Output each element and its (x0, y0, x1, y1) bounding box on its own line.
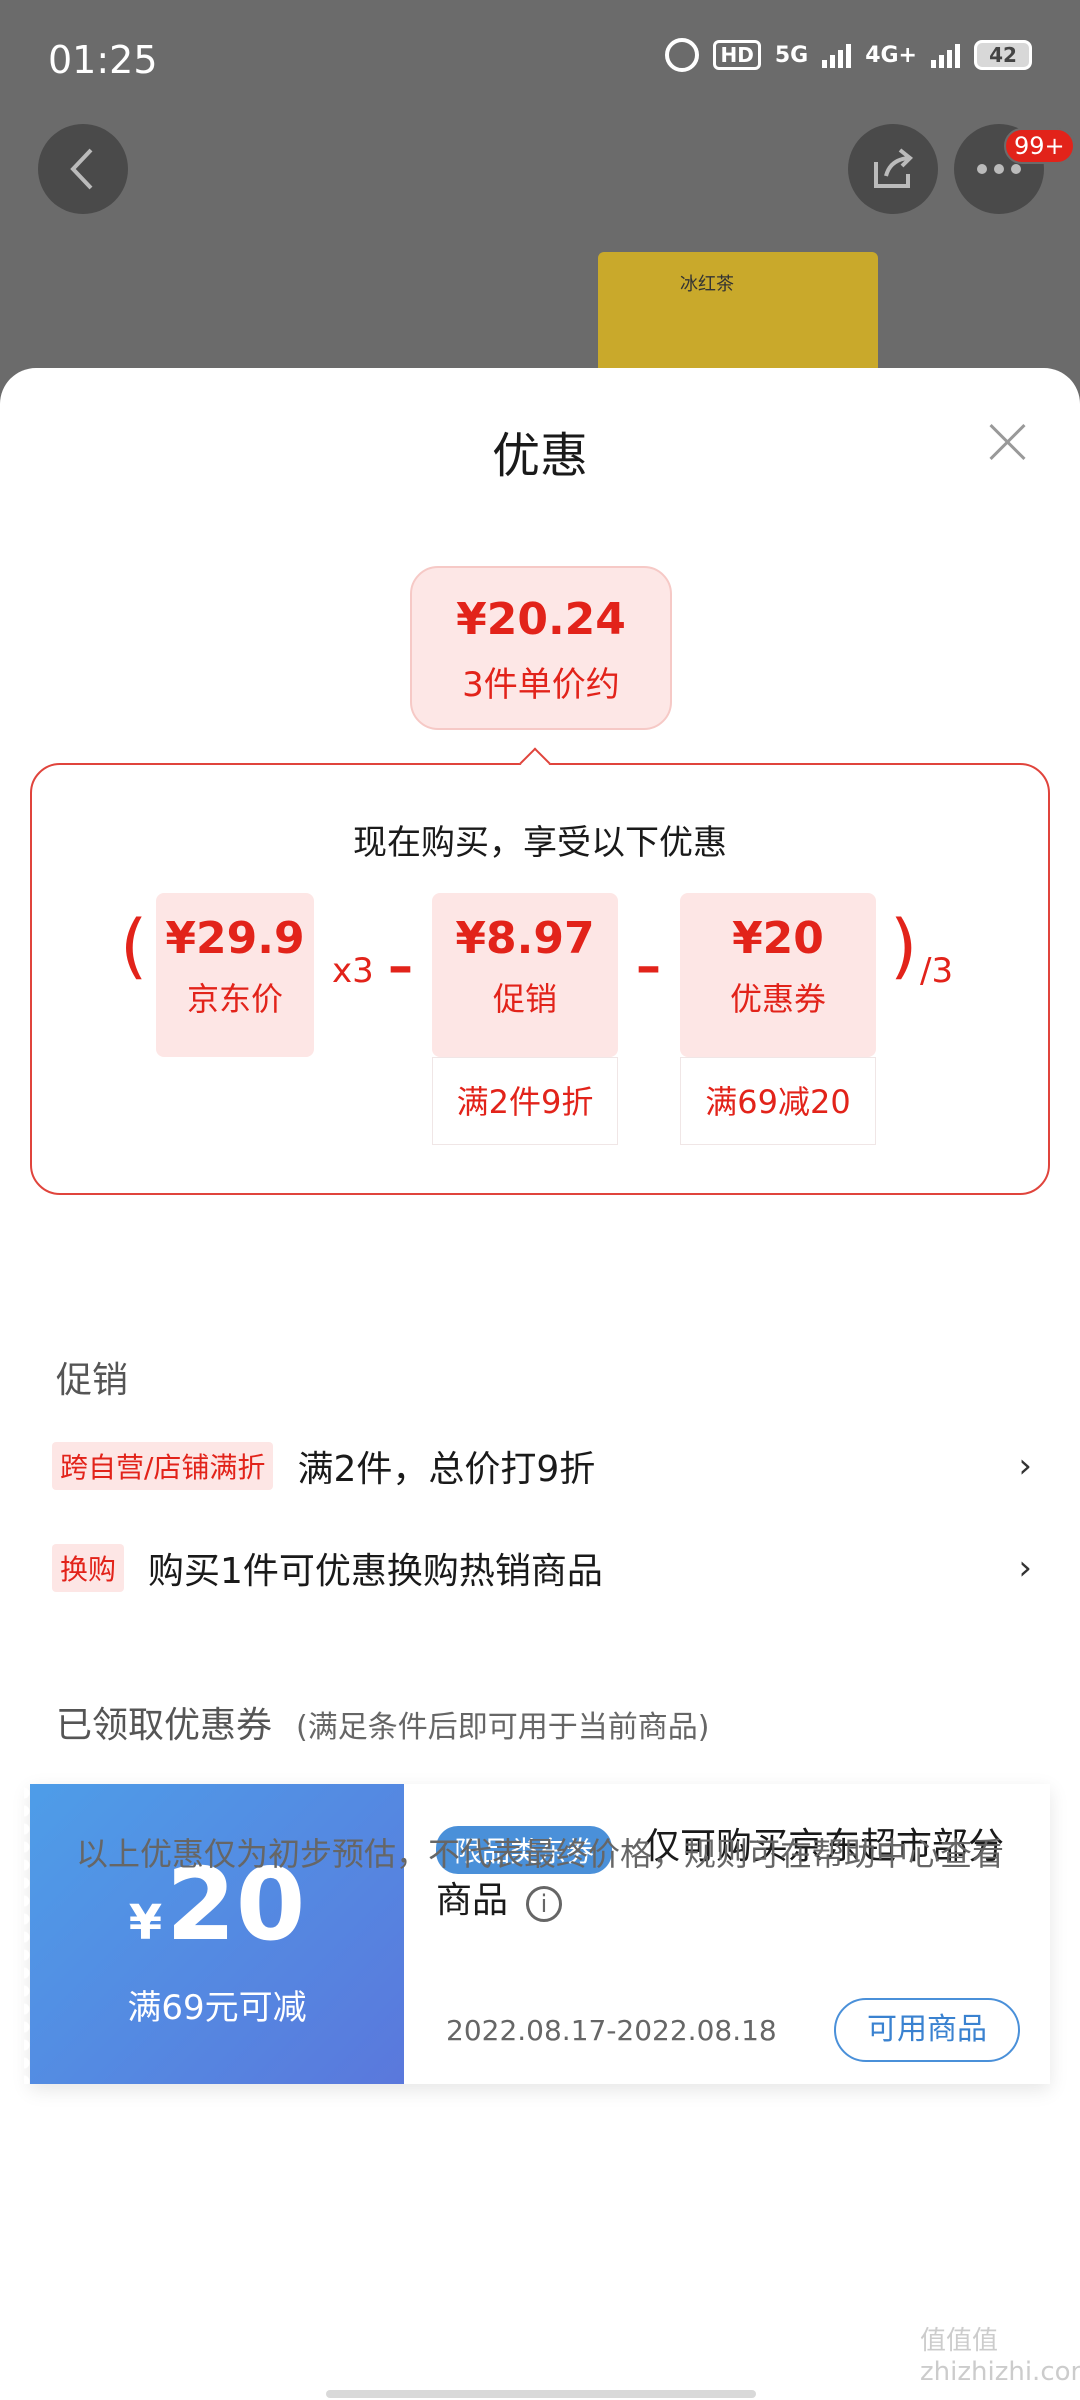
available-products-button[interactable]: 可用商品 (834, 1998, 1020, 2062)
status-icons: HD 5G 4G+ 42 (665, 38, 1032, 72)
disclaimer-note: 以上优惠仅为初步预估，不代表最终价格，规则可在帮助中心查看 i (70, 1830, 1010, 1926)
coupon-condition-text: 满69元可减 (127, 1988, 307, 2028)
hd-icon: HD (713, 40, 761, 70)
promo-discount-label: 促销 (492, 980, 557, 1018)
promotions-title: 促销 (56, 1360, 129, 1401)
network-4g-label: 4G+ (865, 42, 917, 68)
coupon-discount-label: 优惠券 (729, 980, 826, 1018)
back-button[interactable] (38, 124, 128, 214)
watermark: 值值值 zhizhizhi.com (920, 2326, 1080, 2387)
coupon-validity-date: 2022.08.17-2022.08.18 (446, 2014, 777, 2047)
divisor: /3 (920, 951, 954, 991)
promo-item[interactable]: 换购 购买1件可优惠换购热销商品 › (52, 1538, 1032, 1598)
signal-icon (931, 42, 960, 68)
chevron-left-icon (70, 148, 93, 190)
unit-price-value: ¥20.24 (456, 594, 626, 645)
price-calculation-box: 现在购买，享受以下优惠 ( ¥29.9 京东价 x3 – ¥8.97 促销 满2… (30, 763, 1050, 1195)
message-count-badge: 99+ (1004, 128, 1075, 164)
share-button[interactable] (848, 124, 938, 214)
coupons-subtitle: (满足条件后即可用于当前商品) (296, 1710, 710, 1745)
promo-text: 满2件，总价打9折 (297, 1449, 596, 1490)
promo-discount-value: ¥8.97 (455, 913, 595, 964)
minus-sign: – (388, 937, 413, 995)
unit-price-label: 3件单价约 (462, 665, 620, 705)
battery-icon: 42 (974, 40, 1032, 70)
alarm-icon (665, 38, 700, 72)
close-parenthesis: ) (890, 905, 918, 987)
unit-price-pill: ¥20.24 3件单价约 (410, 566, 672, 730)
share-icon (874, 148, 913, 188)
promo-text: 购买1件可优惠换购热销商品 (148, 1551, 603, 1592)
close-icon[interactable] (988, 422, 1028, 462)
coupon-amount-panel: ¥20 满69元可减 (24, 1784, 404, 2084)
promo-condition: 满2件9折 (432, 1057, 618, 1145)
coupon-card: ¥20 满69元可减 仅可购买京东超市部分商品 限品类东券 2022.08.17… (24, 1784, 1050, 2084)
jd-price-label: 京东价 (186, 980, 283, 1018)
product-box-text: 冰红茶 (680, 274, 734, 295)
promo-item[interactable]: 跨自营/店铺满折 满2件，总价打9折 › (52, 1436, 1032, 1496)
calculation-heading: 现在购买，享受以下优惠 (353, 823, 727, 863)
jd-price-value: ¥29.9 (165, 913, 305, 964)
signal-icon (822, 42, 852, 68)
status-time: 01:25 (48, 38, 158, 82)
coupons-title: 已领取优惠券 (56, 1705, 273, 1746)
chevron-right-icon: › (1018, 1548, 1032, 1588)
info-icon[interactable]: i (526, 1886, 562, 1922)
multiplier: x3 (332, 951, 374, 991)
network-5g-label: 5G (774, 42, 809, 68)
jd-price-card: ¥29.9 京东价 (156, 893, 314, 1057)
coupons-heading: 已领取优惠券 (满足条件后即可用于当前商品) (56, 1696, 709, 1748)
minus-sign: – (636, 937, 661, 995)
coupon-discount-card: ¥20 优惠券 (680, 893, 876, 1057)
status-bar: 01:25 HD 5G 4G+ 42 (0, 0, 1080, 120)
disclaimer-text: 以上优惠仅为初步预估，不代表最终价格，规则可在帮助中心查看 (75, 1835, 1004, 1873)
promo-discount-card: ¥8.97 促销 (432, 893, 618, 1057)
promo-tag: 跨自营/店铺满折 (52, 1442, 274, 1490)
more-dots-icon (977, 164, 1021, 174)
coupon-discount-value: ¥20 (732, 913, 824, 964)
sheet-title: 优惠 (491, 428, 588, 484)
home-indicator[interactable] (326, 2390, 756, 2398)
open-parenthesis: ( (120, 905, 148, 987)
discount-sheet: 优惠 ¥20.24 3件单价约 现在购买，享受以下优惠 ( ¥29.9 京东价 … (0, 368, 1080, 2400)
promo-tag: 换购 (52, 1544, 125, 1592)
chevron-right-icon: › (1018, 1446, 1032, 1486)
coupon-condition: 满69减20 (680, 1057, 876, 1145)
